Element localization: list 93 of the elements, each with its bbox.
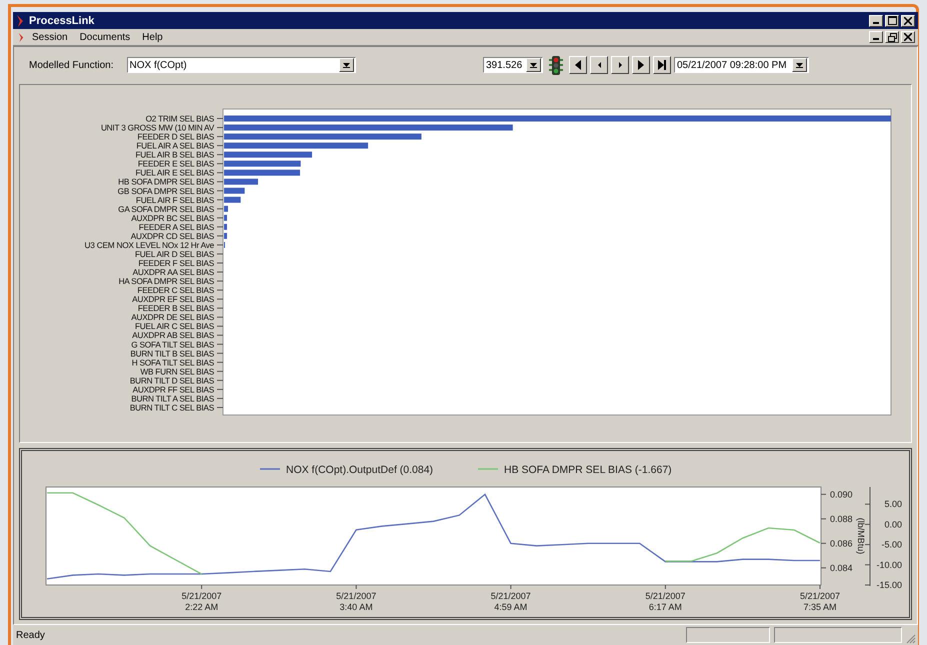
axis-label: FUEL AIR B SEL BIAS <box>135 150 214 160</box>
tick-label: 5/21/2007 3:40 AM <box>336 591 376 612</box>
axis-label: WB FURN SEL BIAS <box>140 366 214 376</box>
axis-title: (lb/MBtu) <box>856 518 866 554</box>
step-forward-button[interactable] <box>611 56 629 74</box>
axis-label: FUEL AIR D SEL BIAS <box>134 248 214 259</box>
traffic-light-icon <box>549 56 563 74</box>
axis-label: G SOFA TILT SEL BIAS <box>131 339 214 350</box>
back-button[interactable] <box>569 56 587 74</box>
axis-label: AUXDPR CD SEL BIAS <box>130 230 214 241</box>
tick-label: -10.00 <box>876 560 902 570</box>
axis-label: HB SOFA DMPR SEL BIAS <box>118 176 214 187</box>
minimize-icon <box>873 22 879 24</box>
forward-button[interactable] <box>632 56 650 74</box>
bar <box>224 178 258 185</box>
axis-label: FUEL AIR A SEL BIAS <box>136 140 214 151</box>
axis-label: HA SOFA DMPR SEL BIAS <box>118 276 214 286</box>
axis-label: FUEL AIR C SEL BIAS <box>134 321 214 332</box>
axis-label: UNIT 3 GROSS MW (10 MIN AV <box>100 122 214 133</box>
axis-label: BURN TILT A SEL BIAS <box>131 393 214 404</box>
axis-label: AUXDPR DE SEL BIAS <box>131 312 214 322</box>
axis-label: BURN TILT C SEL BIAS <box>130 402 214 412</box>
tick-label: 5/21/2007 4:59 AM <box>490 591 531 612</box>
value-dropdown[interactable]: 391.526 <box>483 57 543 73</box>
window-title: ProcessLink <box>29 14 94 26</box>
right-triangle-icon <box>618 62 622 68</box>
tick-label: 5.00 <box>884 499 902 510</box>
axis-label: AUXDPR BC SEL BIAS <box>131 212 214 223</box>
last-button[interactable] <box>653 56 671 74</box>
tick-label: 5/21/2007 6:17 AM <box>645 591 686 612</box>
chevron-icon <box>16 14 24 26</box>
axis-label: AUXDPR FF SEL BIAS <box>132 384 214 394</box>
chevron-icon <box>18 32 24 42</box>
restore-button[interactable] <box>885 31 899 43</box>
close-icon <box>904 16 912 24</box>
dropdown-arrow-icon <box>796 62 803 68</box>
axis-label: AUXDPR AA SEL BIAS <box>132 267 214 278</box>
tick-label: 0.086 <box>830 538 853 548</box>
axis-label: FUEL AIR E SEL BIAS <box>135 168 214 178</box>
left-triangle-icon <box>575 60 581 70</box>
axis-label: BURN TILT B SEL BIAS <box>130 348 214 358</box>
menu-item[interactable]: Documents <box>80 32 130 42</box>
tick-label: -5.00 <box>881 540 902 550</box>
skip-end-icon <box>658 60 666 70</box>
tick-label: 0.00 <box>884 519 902 530</box>
bar <box>224 232 227 239</box>
tick-label: 0.088 <box>830 514 853 524</box>
legend-label: NOX f(COpt).OutputDef (0.084) <box>286 464 434 476</box>
axis-label: AUXDPR AB SEL BIAS <box>132 330 214 340</box>
axis-label: O2 TRIM SEL BIAS <box>146 114 214 124</box>
axis-label: U3 CEM NOX LEVEL NOx 12 Hr Ave <box>84 240 214 250</box>
left-triangle-icon <box>598 62 600 68</box>
status-text: Ready <box>16 630 45 640</box>
axis-label: FEEDER E SEL BIAS <box>138 158 214 169</box>
minimize-button[interactable] <box>869 14 883 26</box>
menu-item[interactable]: Session <box>32 32 68 42</box>
axis-label: BURN TILT D SEL BIAS <box>130 375 214 386</box>
axis-label: AUXDPR EF SEL BIAS <box>132 294 214 304</box>
minimize-icon <box>873 38 879 40</box>
axis-label: FEEDER F SEL BIAS <box>138 258 214 268</box>
right-triangle-icon <box>638 60 644 70</box>
axis-label: GB SOFA DMPR SEL BIAS <box>118 186 214 196</box>
function-dropdown[interactable]: NOX f(COpt) <box>126 57 356 73</box>
tick-label: -15.00 <box>876 580 902 590</box>
resize-grip-icon <box>906 634 916 644</box>
axis-label: H SOFA TILT SEL BIAS <box>132 357 214 368</box>
axis-label: FEEDER C SEL BIAS <box>137 285 214 296</box>
tick-label: 5/21/2007 2:22 AM <box>182 591 222 612</box>
maximize-icon <box>888 16 896 25</box>
axis-label: FEEDER A SEL BIAS <box>138 222 214 232</box>
maximize-button[interactable] <box>885 14 899 26</box>
tick-label: 0.090 <box>830 489 853 500</box>
tick-label: 0.084 <box>830 562 853 573</box>
step-back-button[interactable] <box>590 56 608 74</box>
minimize-button[interactable] <box>869 31 883 43</box>
close-button[interactable] <box>901 31 915 43</box>
axis-label: FEEDER B SEL BIAS <box>138 303 214 314</box>
close-button[interactable] <box>901 14 915 26</box>
dropdown-arrow-icon <box>342 62 350 68</box>
bar <box>224 206 228 212</box>
dropdown-arrow-icon <box>530 62 537 68</box>
bar <box>224 224 227 230</box>
close-icon <box>904 33 912 41</box>
axis-label: FEEDER D SEL BIAS <box>137 132 214 142</box>
bar <box>224 214 227 221</box>
axis-label: GA SOFA DMPR SEL BIAS <box>118 204 214 214</box>
legend-label: HB SOFA DMPR SEL BIAS (-1.667) <box>504 464 672 476</box>
field-label: Modelled Function: <box>29 60 114 70</box>
axis-label: FUEL AIR F SEL BIAS <box>136 194 214 205</box>
date-dropdown[interactable]: 05/21/2007 09:28:00 PM <box>674 57 809 73</box>
restore-icon <box>888 32 896 42</box>
menu-item[interactable]: Help <box>142 32 163 42</box>
tick-label: 5/21/2007 7:35 AM <box>800 591 840 612</box>
